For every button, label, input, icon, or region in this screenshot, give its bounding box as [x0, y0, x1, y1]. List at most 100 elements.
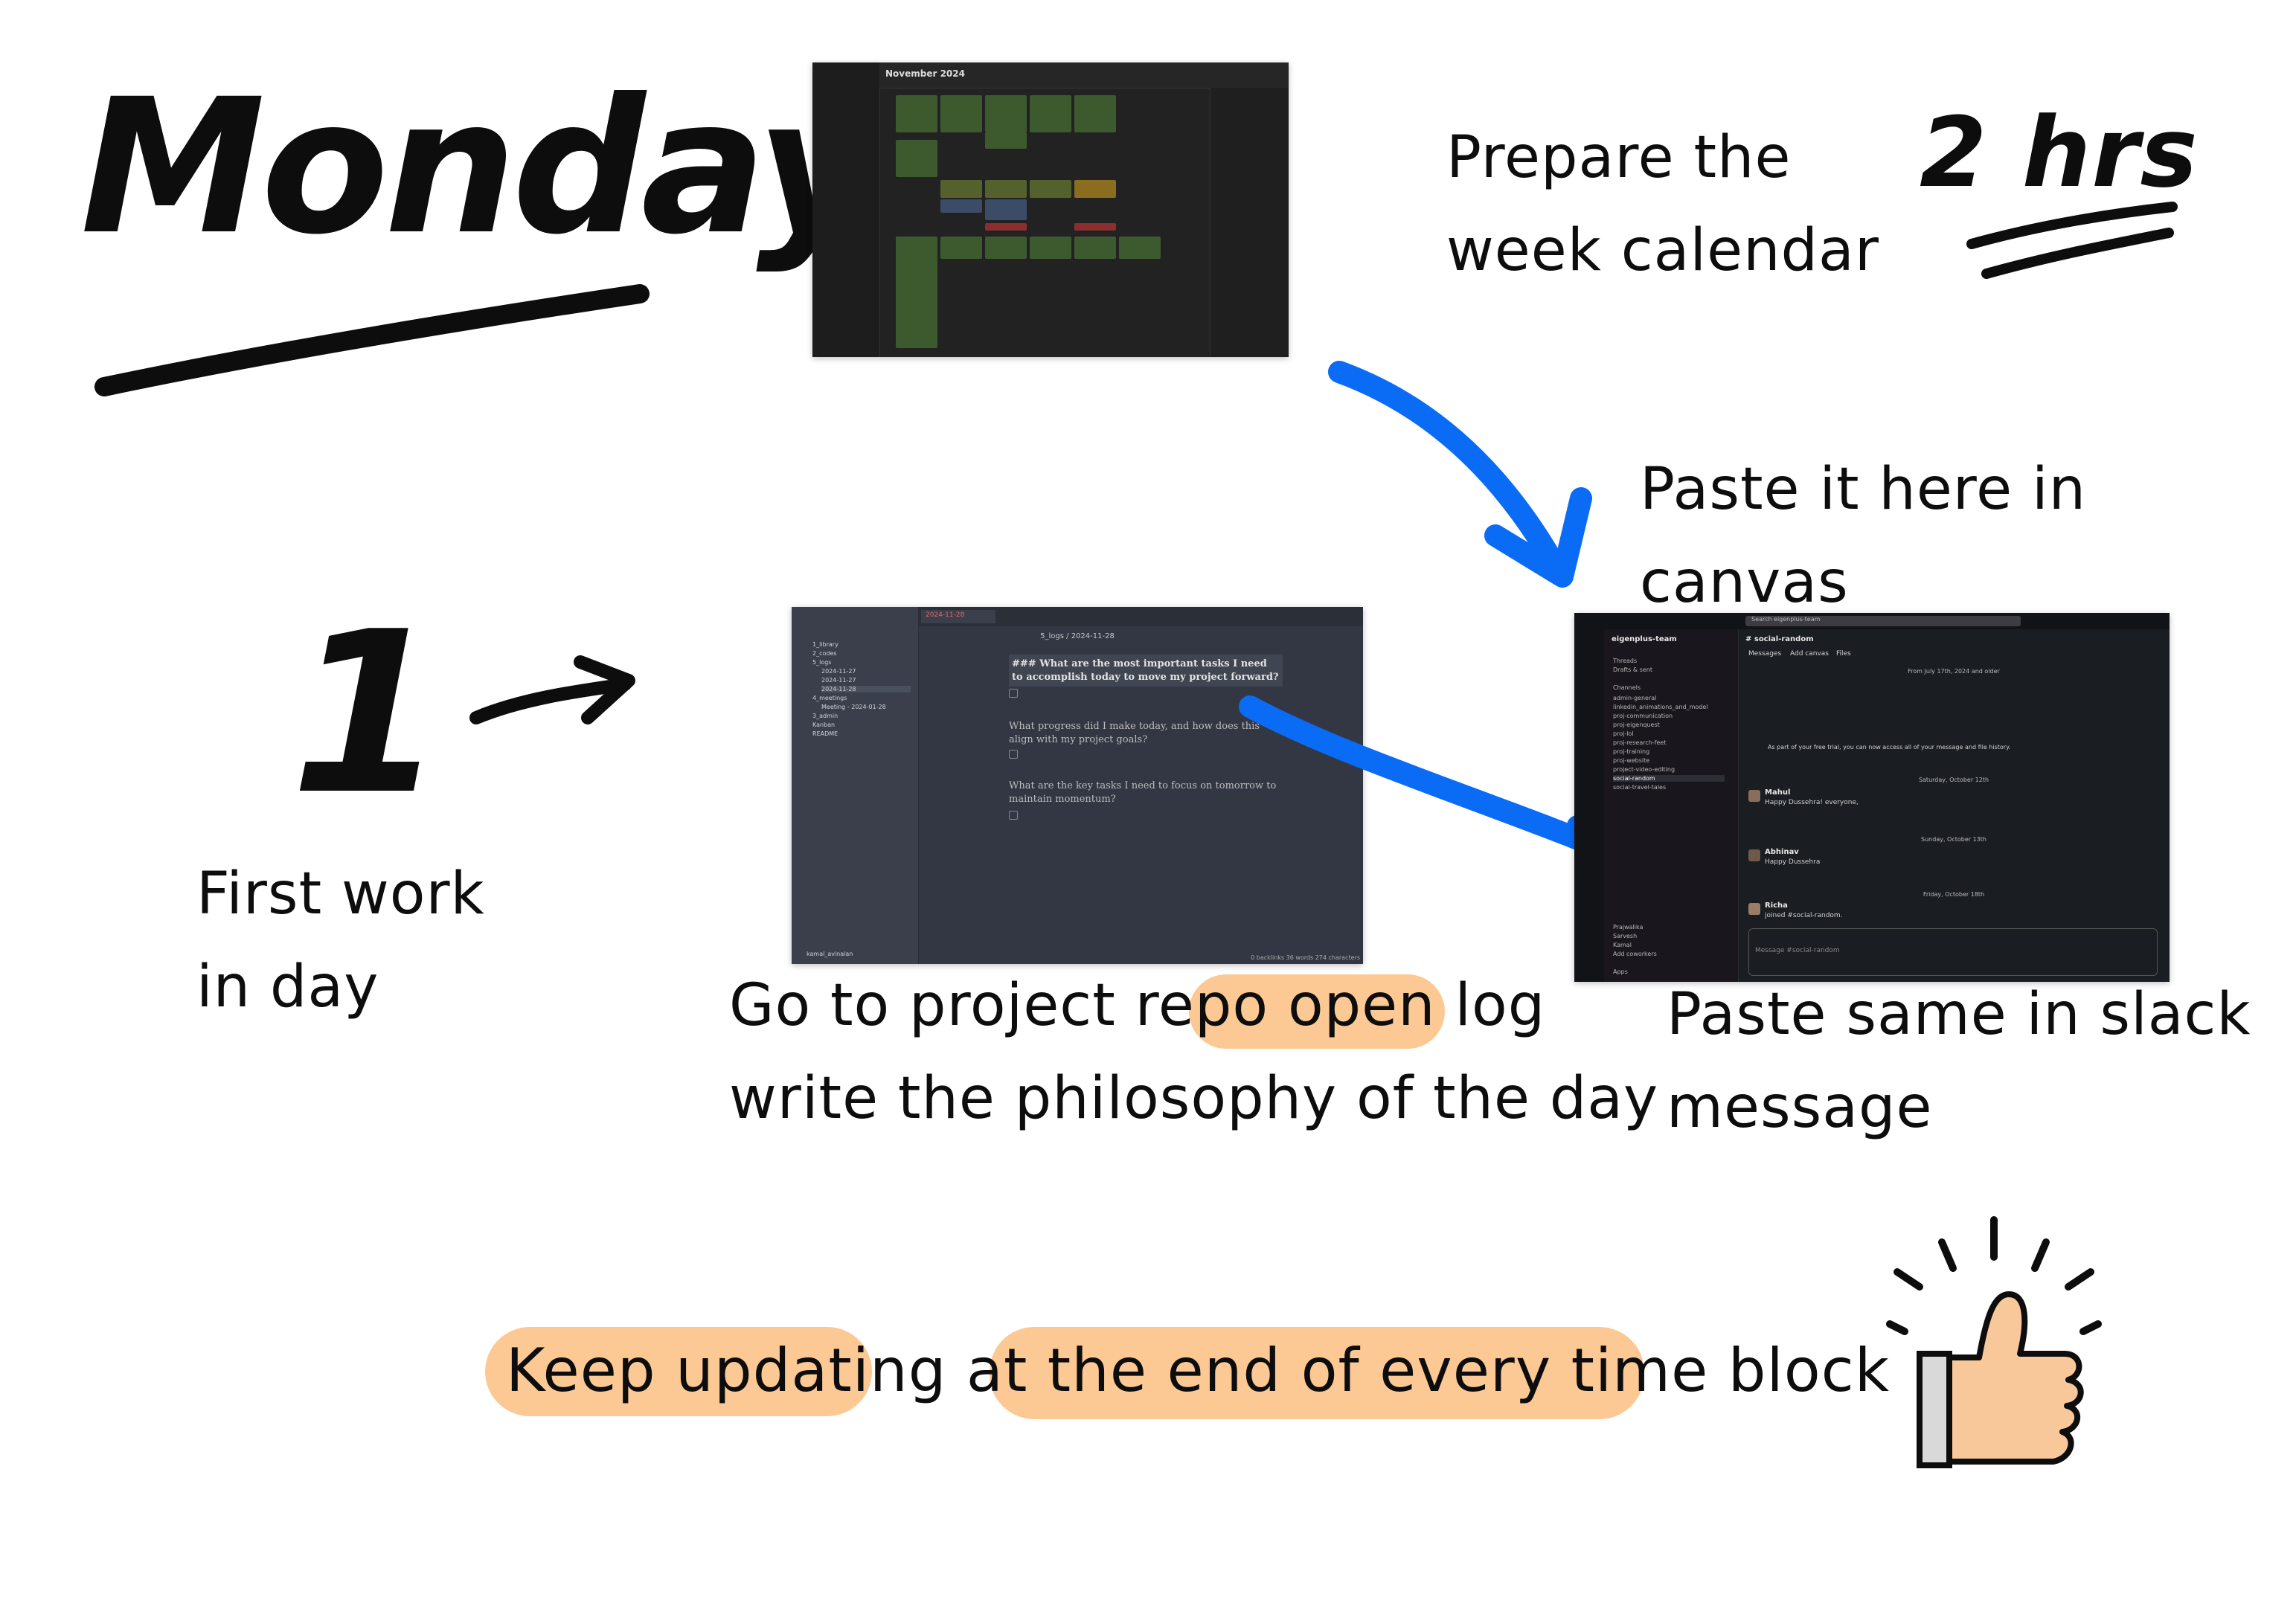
footer-text: at	[946, 1336, 1048, 1405]
tree-item: 2_codes	[812, 650, 837, 657]
tree-item: 3_admin	[812, 713, 838, 719]
dm-item[interactable]: Prajwalika	[1613, 924, 1643, 931]
sidebar-item[interactable]: Threads	[1613, 658, 1637, 664]
sidebar-item[interactable]: Drafts & sent	[1613, 666, 1652, 673]
tree-item: 4_meetings	[812, 695, 847, 701]
message-author: Abhinav	[1765, 848, 1799, 856]
thumbs-up-icon	[1886, 1216, 2102, 1468]
duration-underline	[1966, 202, 2178, 279]
date-divider: From July 17th, 2024 and older	[1908, 668, 2000, 675]
tab-messages[interactable]: Messages	[1748, 650, 1781, 658]
calendar-event	[1074, 95, 1116, 132]
tab-files[interactable]: Files	[1836, 650, 1851, 658]
slack-topbar: Search eigenplus-team	[1574, 613, 2170, 629]
avatar	[1748, 903, 1760, 915]
checkbox[interactable]	[1009, 689, 1018, 698]
trial-notice: As part of your free trial, you can now …	[1768, 744, 2011, 751]
sidebar-item[interactable]: proj-communication	[1613, 713, 1673, 719]
calendar-event	[1074, 237, 1116, 259]
avatar	[1748, 849, 1760, 861]
tree-item: 1_library	[812, 641, 838, 648]
checkbox[interactable]	[1009, 750, 1018, 759]
sidebar-item[interactable]: linkedin_animations_and_model	[1613, 704, 1708, 710]
calendar-event	[985, 237, 1027, 259]
calendar-event	[940, 180, 982, 198]
calendar-right-panel	[1210, 88, 1289, 357]
calendar-event	[1074, 180, 1116, 198]
sidebar-item[interactable]: proj-website	[1613, 757, 1649, 764]
calendar-event	[1119, 237, 1161, 259]
tree-item: 2024-11-27	[821, 668, 856, 675]
sidebar-item[interactable]: social-travel-tales	[1613, 784, 1666, 791]
sidebar-item[interactable]: proj-eigenquest	[1613, 721, 1660, 728]
message-text: Happy Dussehra	[1765, 858, 1821, 866]
calendar-month: November 2024	[885, 68, 965, 79]
calendar-event	[940, 95, 982, 132]
footer-note: Keep updating at the end of every time b…	[506, 1336, 1890, 1405]
dm-item[interactable]: Add coworkers	[1613, 951, 1657, 957]
calendar-sidebar	[812, 62, 880, 357]
tab-add-canvas[interactable]: Add canvas	[1790, 650, 1829, 658]
sidebar-item-active[interactable]: social-random	[1613, 775, 1725, 782]
message-author: Richa	[1765, 902, 1788, 910]
first-work-line-2: in day	[196, 953, 379, 1021]
sidebar-item[interactable]: project-video-editing	[1613, 766, 1675, 773]
checkbox[interactable]	[1009, 811, 1018, 820]
tree-item: Kanban	[812, 721, 836, 728]
calendar-event	[896, 237, 937, 348]
repo-line-1: Go to project repo open log	[729, 960, 1658, 1052]
date-divider: Sunday, October 13th	[1921, 836, 1986, 843]
calendar-screenshot: November 2024	[812, 62, 1289, 357]
prepare-line-1: Prepare the	[1446, 124, 1792, 191]
tree-item: README	[812, 730, 838, 737]
sidebar-item[interactable]: proj-training	[1613, 748, 1649, 755]
calendar-event	[985, 199, 1027, 220]
footer-highlight-1: Keep updating	[506, 1336, 947, 1405]
repo-highlighted-text: open log	[1287, 972, 1546, 1039]
slack-search[interactable]: Search eigenplus-team	[1745, 616, 2021, 626]
slack-screenshot: Search eigenplus-team eigenplus-team Thr…	[1574, 613, 2170, 982]
canvas: { "title": "Monday", "duration": "2 hrs"…	[0, 0, 2296, 1623]
tree-item: 5_logs	[812, 659, 832, 666]
tab-bar: 2024-11-28	[918, 607, 1363, 626]
workspace-name: eigenplus-team	[1612, 635, 1677, 643]
message-text: Happy Dussehra! everyone,	[1765, 799, 1859, 806]
dm-item[interactable]: Sarvesh	[1613, 933, 1637, 939]
breadcrumb: 5_logs / 2024-11-28	[1040, 632, 1115, 640]
calendar-to-slack-arrow	[1328, 361, 1592, 588]
file-tree-panel: 1_library 2_codes 5_logs 2024-11-27 2024…	[792, 607, 919, 964]
slack-line-1: Paste same in slack	[1667, 981, 2251, 1048]
tree-item: 2024-11-27	[821, 677, 856, 684]
sidebar-item[interactable]: admin-general	[1613, 695, 1656, 701]
tab-active[interactable]: 2024-11-28	[921, 610, 995, 623]
calendar-event	[985, 95, 1027, 132]
message-input-placeholder: Message #social-random	[1755, 947, 1840, 954]
sidebar-item[interactable]: proj-research-feet	[1613, 739, 1667, 746]
sidebar-item[interactable]: Channels	[1613, 684, 1641, 691]
repo-note: Go to project repo open log write the ph…	[729, 960, 1658, 1145]
vault-user: kamal_avinalan	[807, 951, 853, 957]
calendar-event	[940, 199, 982, 213]
repo-text: Go to project repo	[729, 972, 1288, 1039]
calendar-event	[985, 132, 1027, 149]
first-work-line-1: First work	[196, 861, 485, 928]
title-underline	[94, 284, 650, 396]
tree-item: 2024-11-28	[821, 686, 911, 692]
calendar-event	[896, 95, 937, 132]
duration-label: 2 hrs	[1920, 96, 2199, 209]
slack-line-2: message	[1667, 1073, 1933, 1141]
step-arrow	[469, 655, 635, 724]
sidebar-item[interactable]: proj-lol	[1613, 730, 1634, 737]
paste-canvas-note: Paste it here in canvas	[1640, 456, 2087, 616]
calendar-event	[1030, 95, 1071, 132]
calendar-event	[896, 140, 937, 177]
avatar	[1748, 790, 1760, 802]
step-number: 1	[290, 584, 446, 843]
footer-highlight-2: the end of every time block	[1047, 1336, 1891, 1405]
tree-item: Meeting - 2024-01-28	[821, 704, 886, 710]
dm-item[interactable]: Kamal	[1613, 942, 1632, 948]
dm-item[interactable]: Apps	[1613, 968, 1628, 975]
calendar-event	[1030, 237, 1071, 259]
prepare-calendar-note: Prepare the week calendar	[1446, 112, 1879, 298]
message-author: Mahul	[1765, 788, 1791, 797]
